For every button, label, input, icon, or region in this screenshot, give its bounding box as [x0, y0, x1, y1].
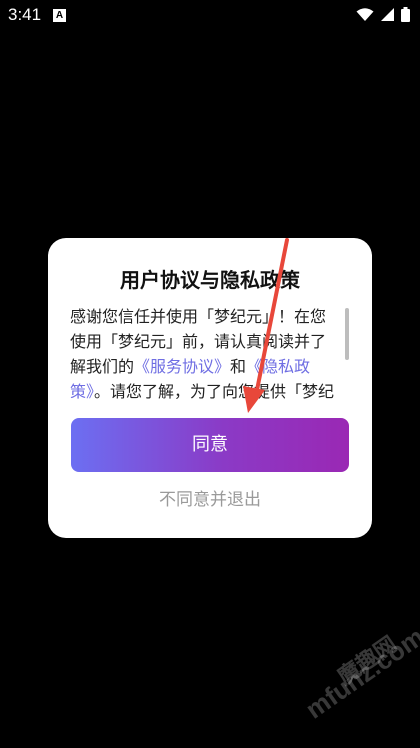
dialog-title: 用户协议与隐私政策 [120, 268, 300, 292]
status-time: 3:41 [8, 5, 42, 24]
wifi-icon [356, 7, 374, 21]
agree-button[interactable]: 同意 [71, 418, 349, 472]
body-text-part2: 。请您了解，为了向您提供「梦纪元」 [94, 382, 335, 401]
battery-icon [401, 7, 410, 22]
dialog-body-text[interactable]: 感谢您信任并使用「梦纪元」！在您使用「梦纪元」前，请认真阅读并了解我们的《服务协… [70, 304, 338, 406]
status-icons [356, 7, 410, 22]
service-agreement-link[interactable]: 《服务协议》 [134, 357, 230, 376]
disagree-exit-button[interactable]: 不同意并退出 [48, 485, 372, 510]
body-text-and: 和 [230, 357, 247, 376]
scrollbar-thumb[interactable] [345, 308, 349, 360]
signal-icon [381, 8, 394, 21]
watermark-en: mfunz.com [300, 621, 420, 725]
status-bar: 3:41 A [0, 0, 420, 30]
notification-a-icon: A [53, 9, 66, 22]
agreement-dialog: 用户协议与隐私政策 感谢您信任并使用「梦纪元」！在您使用「梦纪元」前，请认真阅读… [48, 238, 372, 538]
